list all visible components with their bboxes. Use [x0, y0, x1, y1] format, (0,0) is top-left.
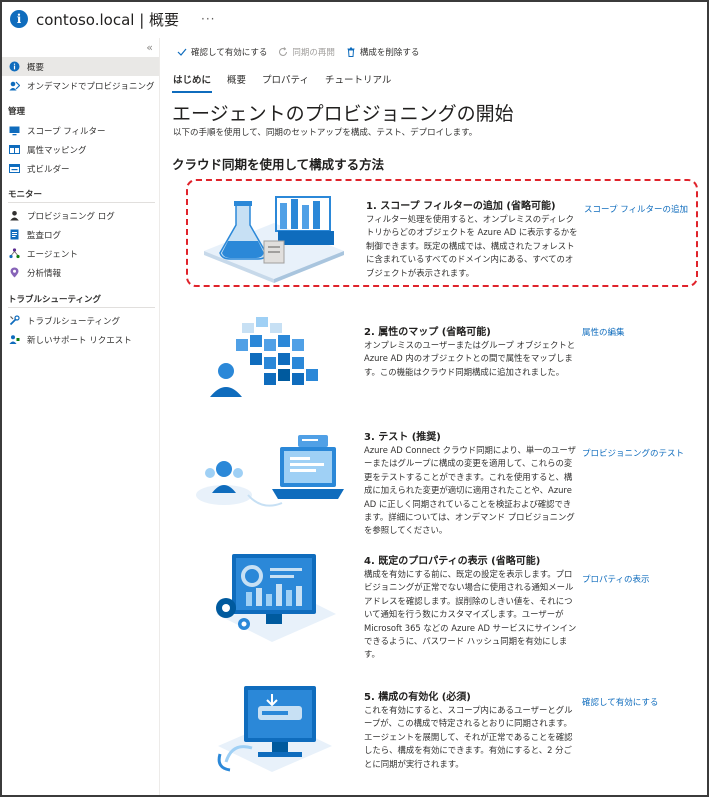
monitor-icon: [9, 125, 20, 136]
step-title: 5. 構成の有効化 (必須): [364, 692, 471, 703]
sidebar-item-label: 概要: [27, 62, 45, 73]
section-heading: クラウド同期を使用して構成する方法: [172, 157, 385, 172]
sidebar-item-label: 属性マッピング: [27, 145, 87, 156]
step-description: Azure AD Connect クラウド同期により、単一のユーザーまたはグルー…: [364, 445, 576, 536]
delete-config-label: 構成を削除する: [359, 48, 420, 58]
section-troubleshoot: トラブルシューティング: [8, 295, 101, 305]
lab-flask-illustration: [204, 196, 344, 283]
refresh-icon: [278, 47, 288, 57]
support-icon: [9, 334, 20, 345]
sidebar-item-label: オンデマンドでプロビジョニング: [27, 81, 155, 92]
sidebar-item-audit-log[interactable]: 監査ログ: [2, 225, 159, 244]
main-subtitle: 以下の手順を使用して、同期のセットアップを構成、テスト、デプロイします。: [173, 128, 478, 138]
sidebar-item-label: 分析情報: [27, 268, 62, 279]
sidebar-item-insights[interactable]: 分析情報: [2, 263, 159, 282]
trash-icon: [346, 47, 356, 57]
section-monitor: モニター: [8, 190, 43, 200]
sidebar-item-troubleshooting[interactable]: トラブルシューティング: [2, 311, 159, 330]
review-enable-label: 確認して有効にする: [191, 48, 268, 58]
sidebar-item-attribute-mapping[interactable]: 属性マッピング: [2, 140, 159, 159]
sidebar-item-label: スコープ フィルター: [27, 126, 106, 137]
tab-bar: はじめに 概要 プロパティ チュートリアル: [172, 72, 406, 93]
tab-properties[interactable]: プロパティ: [261, 72, 310, 93]
log-icon: [9, 229, 20, 240]
tab-get-started[interactable]: はじめに: [172, 72, 213, 93]
edit-attributes-link[interactable]: 属性の編集: [582, 326, 625, 338]
step-description: フィルター処理を使用すると、オンプレミスのディレクトリからどのオブジェクトを A…: [366, 214, 578, 278]
sidebar-item-provision-on-demand[interactable]: オンデマンドでプロビジョニング: [2, 76, 159, 95]
tab-overview[interactable]: 概要: [226, 72, 247, 93]
check-icon: [177, 47, 187, 57]
sidebar-item-agent[interactable]: エージェント: [2, 244, 159, 263]
step-title: 4. 既定のプロパティの表示 (省略可能): [364, 556, 541, 567]
dashboard-settings-illustration: [216, 554, 336, 642]
agent-icon: [9, 248, 20, 259]
step-title: 3. テスト (推奨): [364, 432, 441, 443]
laptop-test-illustration: [196, 435, 344, 507]
section-manage: 管理: [8, 107, 26, 117]
table-icon: [9, 144, 20, 155]
command-bar: 確認して有効にする 同期の再開 構成を削除する: [177, 44, 430, 60]
sidebar-item-scope-filter[interactable]: スコープ フィルター: [2, 121, 159, 140]
view-properties-link[interactable]: プロパティの表示: [582, 573, 650, 585]
divider: [8, 202, 155, 203]
collapse-sidebar-button[interactable]: «: [146, 41, 153, 54]
formula-icon: [9, 163, 20, 174]
sidebar-item-label: 監査ログ: [27, 230, 62, 241]
step-title: 1. スコープ フィルターの追加 (省略可能): [366, 201, 556, 212]
step-card-4: 4. 既定のプロパティの表示 (省略可能) 構成を有効にする前に、既定の設定を表…: [186, 548, 698, 668]
step-description: これを有効にすると、スコープ内にあるユーザーとグループが、この構成で特定されると…: [364, 705, 573, 769]
review-enable-button[interactable]: 確認して有効にする: [177, 46, 267, 58]
add-scope-filter-link[interactable]: スコープ フィルターの追加: [584, 203, 688, 215]
title-bar: i contoso.local | 概要 ···: [2, 2, 707, 36]
tab-tutorial[interactable]: チュートリアル: [324, 72, 392, 93]
page-title: contoso.local | 概要: [36, 10, 180, 29]
step-title: 2. 属性のマップ (省略可能): [364, 327, 491, 338]
restart-sync-label: 同期の再開: [292, 48, 335, 58]
step-description: 構成を有効にする前に、既定の設定を表示します。プロビジョニングが正常でない場合に…: [364, 569, 577, 660]
sidebar-item-label: 新しいサポート リクエスト: [27, 335, 132, 346]
sidebar-item-label: エージェント: [27, 249, 78, 260]
sidebar-item-new-support-request[interactable]: 新しいサポート リクエスト: [2, 330, 159, 349]
sidebar-item-provisioning-log[interactable]: プロビジョニング ログ: [2, 206, 159, 225]
sidebar: « 概要 オンデマンドでプロビジョニング 管理 スコープ フィルター 属性マッピ…: [2, 38, 160, 795]
enable-sync-illustration: [217, 686, 332, 772]
info-icon: [9, 61, 20, 72]
step-description: オンプレミスのユーザーまたはグループ オブジェクトと Azure AD 内のオブ…: [364, 340, 576, 377]
sidebar-item-expression-builder[interactable]: 式ビルダー: [2, 159, 159, 178]
app-window: i contoso.local | 概要 ··· « 概要 オンデマンドでプロビ…: [0, 0, 709, 797]
wrench-icon: [9, 315, 20, 326]
test-provisioning-link[interactable]: プロビジョニングのテスト: [582, 447, 684, 459]
divider: [8, 307, 155, 308]
info-icon: i: [10, 10, 28, 28]
sidebar-item-label: 式ビルダー: [27, 164, 70, 175]
attribute-map-illustration: [210, 317, 318, 397]
provision-icon: [9, 80, 20, 91]
more-options-button[interactable]: ···: [201, 12, 215, 26]
insight-icon: [9, 267, 20, 278]
step-card-1: 1. スコープ フィルターの追加 (省略可能) フィルター処理を使用すると、オン…: [186, 179, 698, 287]
person-icon: [9, 210, 20, 221]
step-card-5: 5. 構成の有効化 (必須) これを有効にすると、スコープ内にあるユーザーとグル…: [186, 682, 698, 792]
delete-config-button[interactable]: 構成を削除する: [346, 46, 420, 58]
main-heading: エージェントのプロビジョニングの開始: [172, 103, 514, 125]
sidebar-item-overview[interactable]: 概要: [2, 57, 159, 76]
restart-sync-button[interactable]: 同期の再開: [278, 46, 335, 58]
sidebar-item-label: トラブルシューティング: [27, 316, 120, 327]
step-card-2: 2. 属性のマップ (省略可能) オンプレミスのユーザーまたはグループ オブジェ…: [186, 307, 698, 417]
sidebar-item-label: プロビジョニング ログ: [27, 211, 115, 222]
step-card-3: 3. テスト (推奨) Azure AD Connect クラウド同期により、単…: [186, 423, 698, 543]
review-enable-link[interactable]: 確認して有効にする: [582, 696, 658, 708]
